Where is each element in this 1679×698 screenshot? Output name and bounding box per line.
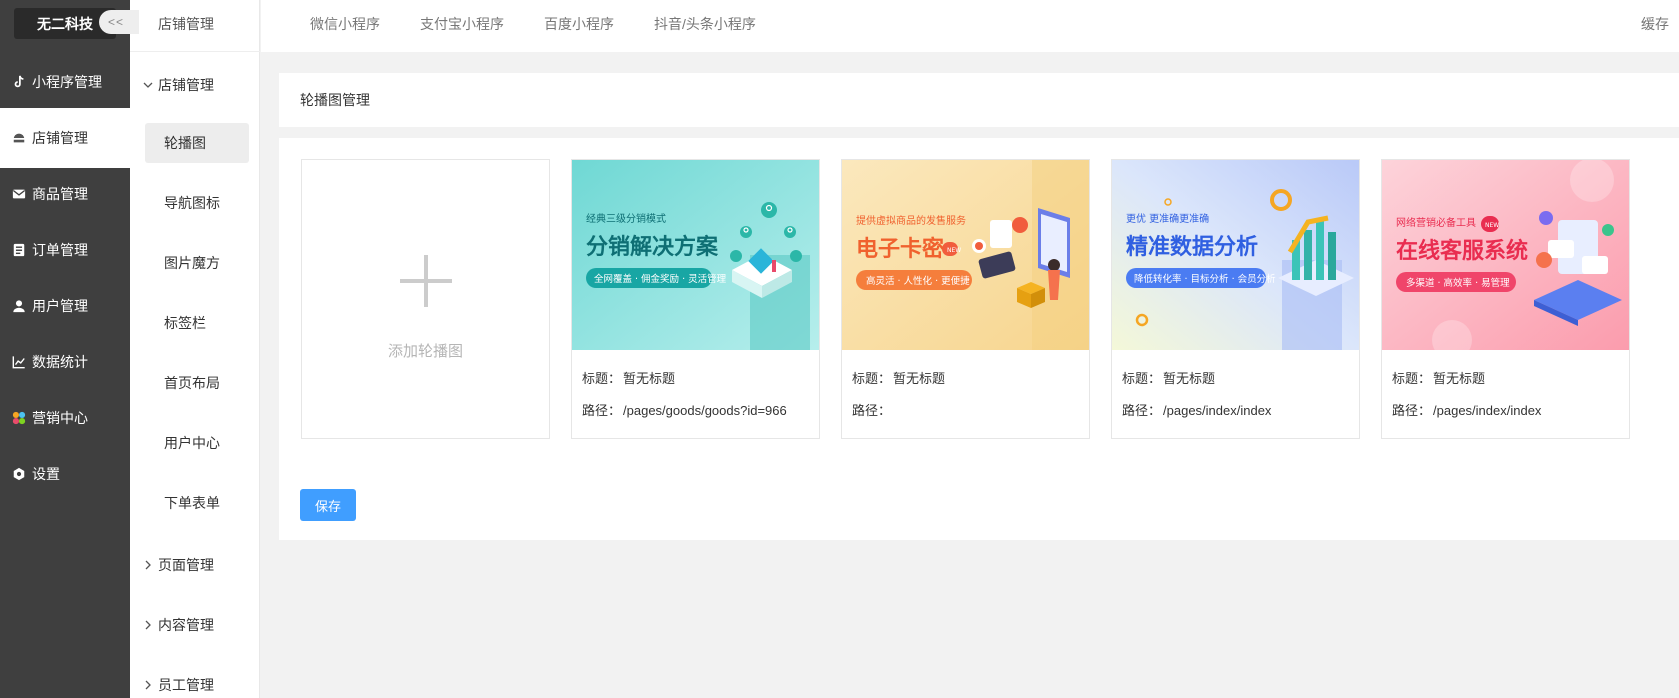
sub-item-carousel[interactable]: 轮播图: [145, 123, 249, 163]
platform-tabbar: 微信小程序 支付宝小程序 百度小程序 抖音/头条小程序: [261, 0, 1679, 52]
group-staff[interactable]: 员工管理: [142, 675, 214, 695]
sub-item-image-cube[interactable]: 图片魔方: [145, 243, 249, 283]
new-badge: NEW: [947, 247, 961, 254]
collapse-sidebar-button[interactable]: <<: [99, 10, 139, 34]
banner-image: NEW 网络营销必备工具 在线客服系统 多渠道 · 高效率 · 易管理: [1382, 160, 1629, 350]
carousel-card[interactable]: NEW 提供虚拟商品的发售服务 电子卡密 高灵活 · 人性化 · 更便捷 标题：…: [841, 159, 1090, 439]
nav-statistics[interactable]: 数据统计: [0, 332, 130, 392]
gear-icon: [12, 467, 26, 481]
group-label: 店铺管理: [158, 77, 214, 93]
tab-wechat[interactable]: 微信小程序: [310, 14, 380, 34]
nav-label: 订单管理: [32, 242, 88, 258]
banner-title: 暂无标题: [1433, 371, 1486, 386]
add-carousel-button[interactable]: 添加轮播图: [301, 159, 550, 439]
banner-path-line: 路径：: [852, 403, 892, 418]
nav-label: 营销中心: [32, 410, 88, 426]
banner-pill-text: 多渠道 · 高效率 · 易管理: [1406, 277, 1510, 289]
nav-mini-program[interactable]: 小程序管理: [0, 52, 130, 112]
banner-big-text: 分销解决方案: [586, 234, 719, 260]
save-button[interactable]: 保存: [300, 489, 356, 521]
banner-title-line: 标题： 暂无标题: [1392, 371, 1486, 386]
sub-sidebar: 店铺管理 店铺管理 轮播图 导航图标 图片魔方 标签栏 首页布局 用户中心 下单…: [130, 0, 260, 698]
sub-item-home-layout[interactable]: 首页布局: [145, 363, 249, 403]
carousel-card[interactable]: NEW 网络营销必备工具 在线客服系统 多渠道 · 高效率 · 易管理 标题：暂…: [1381, 159, 1630, 439]
banner-pill-text: 全网覆盖 · 佣金奖励 · 灵活管理: [594, 273, 727, 285]
mail-icon: [12, 187, 26, 201]
sub-item-user-center[interactable]: 用户中心: [145, 423, 249, 463]
chevron-right-icon: [145, 560, 151, 570]
nav-goods[interactable]: 商品管理: [0, 164, 130, 224]
group-label: 内容管理: [158, 617, 214, 633]
banner-big-text: 精准数据分析: [1126, 234, 1258, 260]
nav-label: 用户管理: [32, 298, 88, 314]
tab-alipay[interactable]: 支付宝小程序: [420, 14, 504, 34]
group-page[interactable]: 页面管理: [142, 555, 214, 575]
user-icon: [12, 299, 26, 313]
nav-orders[interactable]: 订单管理: [0, 220, 130, 280]
nav-users[interactable]: 用户管理: [0, 276, 130, 336]
banner-big-text: 电子卡密: [856, 236, 944, 262]
sub-sidebar-title: 店铺管理: [158, 16, 214, 32]
group-content[interactable]: 内容管理: [142, 615, 214, 635]
nav-label: 商品管理: [32, 186, 88, 202]
banner-image: 更优 更准确更准确 精准数据分析 降低转化率 · 目标分析 · 会员分析: [1112, 160, 1359, 350]
tab-douyin[interactable]: 抖音/头条小程序: [654, 14, 756, 34]
group-label: 员工管理: [158, 677, 214, 693]
banner-title: 暂无标题: [623, 371, 676, 386]
new-badge: NEW: [1485, 222, 1499, 229]
sub-item-nav-icons[interactable]: 导航图标: [145, 183, 249, 223]
group-store[interactable]: 店铺管理: [142, 75, 214, 95]
nav-label: 数据统计: [32, 354, 88, 370]
banner-path: /pages/index/index: [1433, 403, 1542, 418]
marketing-icon: [12, 411, 26, 425]
banner-title-line: 标题： 暂无标题: [852, 371, 946, 386]
banner-image: NEW 提供虚拟商品的发售服务 电子卡密 高灵活 · 人性化 · 更便捷: [842, 160, 1089, 350]
nav-label: 小程序管理: [32, 74, 102, 90]
nav-marketing[interactable]: 营销中心: [0, 388, 130, 448]
banner-small-text: 经典三级分销模式: [586, 212, 666, 225]
banner-path-line: 路径：/pages/index/index: [1122, 403, 1272, 418]
chevron-right-icon: [145, 680, 151, 690]
tiktok-icon: [12, 75, 26, 89]
banner-pill-text: 降低转化率 · 目标分析 · 会员分析: [1134, 273, 1276, 285]
banner-title: 暂无标题: [893, 371, 946, 386]
chevron-down-icon: [143, 82, 153, 88]
carousel-card[interactable]: 更优 更准确更准确 精准数据分析 降低转化率 · 目标分析 · 会员分析 标题：…: [1111, 159, 1360, 439]
cache-button[interactable]: 缓存: [1641, 14, 1669, 34]
store-icon: [12, 131, 26, 145]
banner-path: /pages/index/index: [1163, 403, 1272, 418]
nav-label: 设置: [32, 466, 60, 482]
banner-pill-text: 高灵活 · 人性化 · 更便捷: [866, 275, 970, 287]
banner-small-text: 提供虚拟商品的发售服务: [856, 214, 966, 227]
section-header: 轮播图管理: [279, 73, 1679, 127]
tab-baidu[interactable]: 百度小程序: [544, 14, 614, 34]
nav-store[interactable]: 店铺管理: [0, 108, 130, 168]
plus-icon: [400, 255, 452, 307]
banner-path-line: 路径：/pages/goods/goods?id=966: [582, 403, 787, 418]
main-sidebar: 无二科技 小程序管理 店铺管理 商品管理 订单管理 用户管理 数据统计 营销中心…: [0, 0, 130, 698]
banner-big-text: 在线客服系统: [1396, 238, 1528, 264]
order-icon: [12, 243, 26, 257]
banner-title-line: 标题： 暂无标题: [1122, 371, 1216, 386]
chart-icon: [12, 355, 26, 369]
nav-label: 店铺管理: [32, 130, 88, 146]
nav-settings[interactable]: 设置: [0, 444, 130, 504]
section-title: 轮播图管理: [300, 92, 370, 108]
sub-item-order-form[interactable]: 下单表单: [145, 483, 249, 523]
group-label: 页面管理: [158, 557, 214, 573]
add-carousel-label: 添加轮播图: [387, 343, 463, 360]
banner-path-line: 路径：/pages/index/index: [1392, 403, 1542, 418]
banner-image: 经典三级分销模式 分销解决方案 全网覆盖 · 佣金奖励 · 灵活管理: [572, 160, 819, 350]
banner-title: 暂无标题: [1163, 371, 1216, 386]
banner-title-line: 标题： 暂无标题: [582, 371, 676, 386]
banner-small-text: 更优 更准确更准确: [1126, 212, 1209, 225]
carousel-card[interactable]: 经典三级分销模式 分销解决方案 全网覆盖 · 佣金奖励 · 灵活管理 标题： 暂无…: [571, 159, 820, 439]
banner-path: /pages/goods/goods?id=966: [623, 403, 787, 418]
sub-item-tabbar[interactable]: 标签栏: [145, 303, 249, 343]
sub-sidebar-header: 店铺管理: [130, 0, 260, 52]
banner-small-text: 网络营销必备工具: [1396, 216, 1476, 229]
chevron-right-icon: [145, 620, 151, 630]
